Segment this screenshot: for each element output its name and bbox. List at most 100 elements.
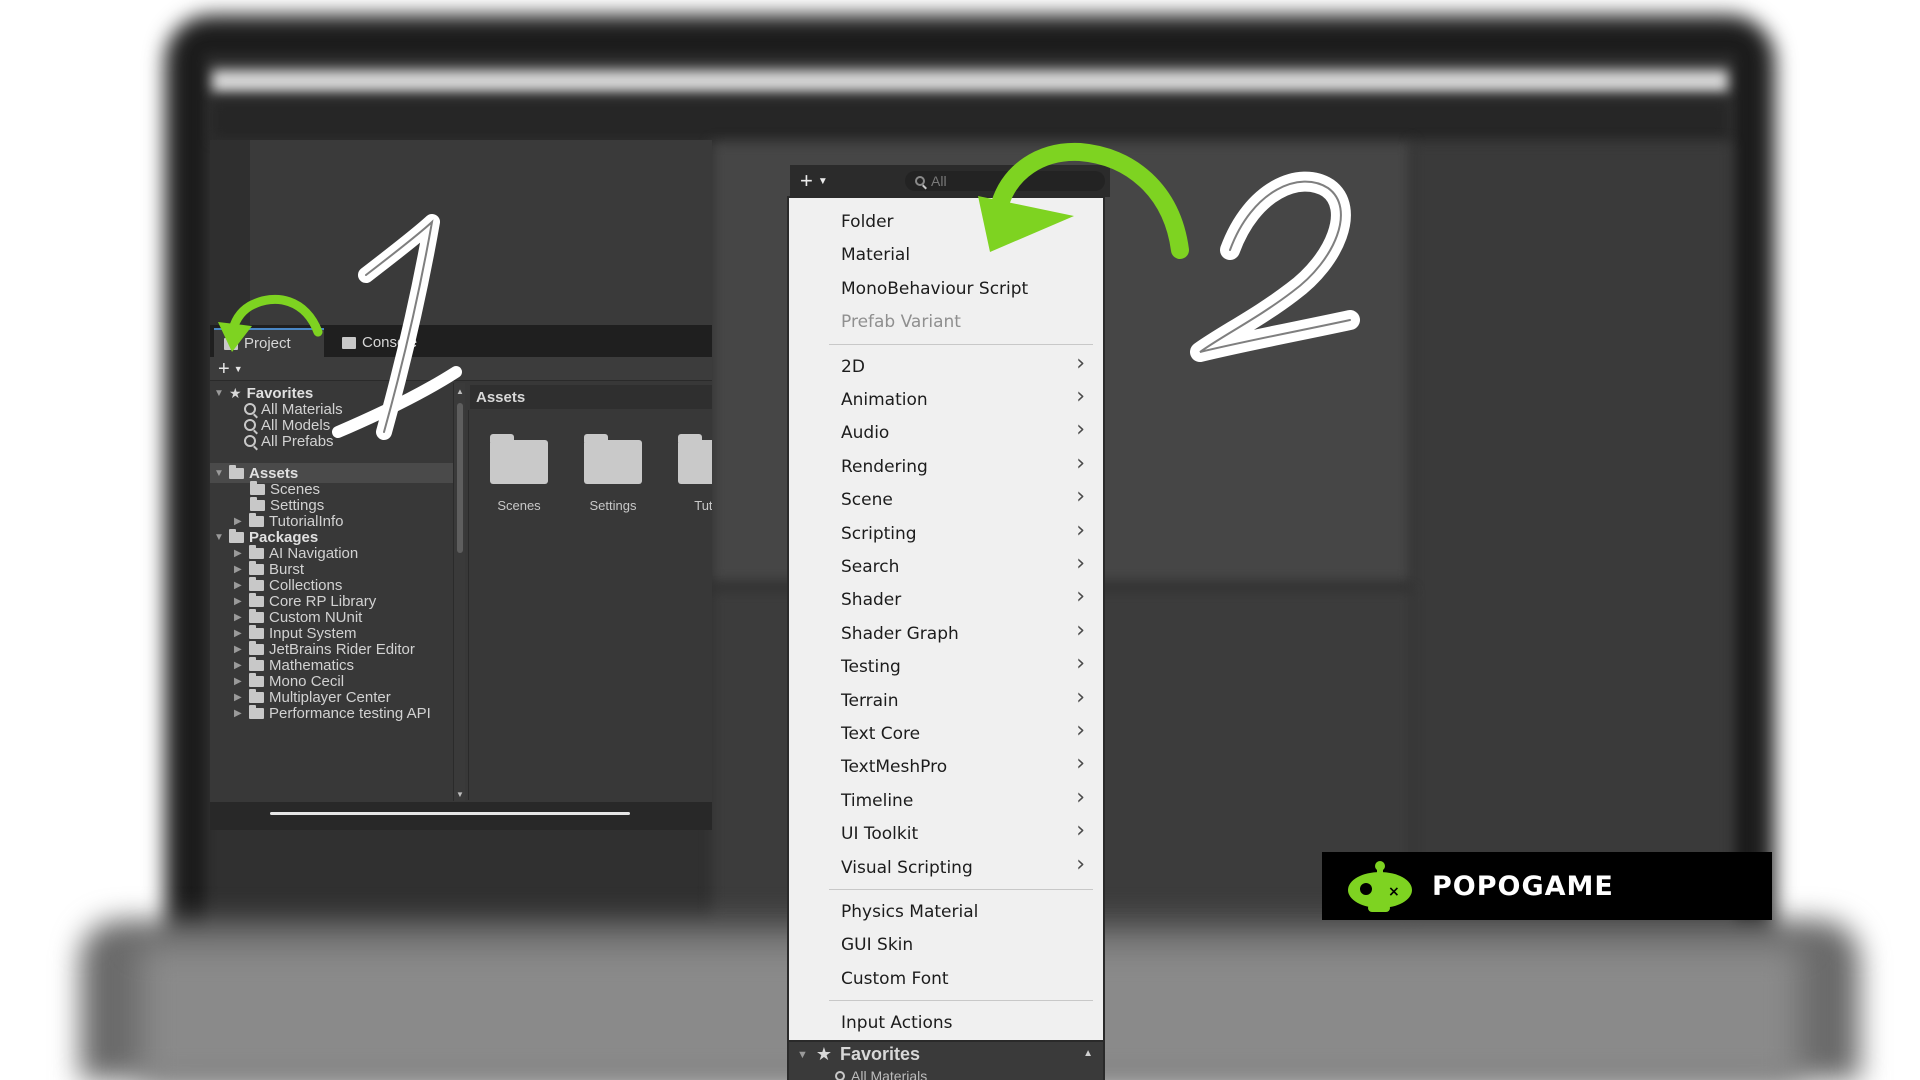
zoom-slider[interactable] [270,812,630,815]
scroll-thumb[interactable] [457,403,463,553]
assets-row[interactable]: ▼ Assets [210,463,453,483]
favorite-item[interactable]: All Materials [835,1068,927,1080]
folder-icon [250,496,265,511]
folder-icon [490,434,548,484]
create-button[interactable]: + ▼ [218,357,243,381]
star-icon: ★ [229,384,242,401]
menu-item[interactable]: Visual Scripting › [789,852,1103,884]
tab-project-label: Project [244,335,291,352]
scroll-up-icon[interactable]: ▲ [1083,1048,1093,1059]
create-context-menu: Folder Material MonoBehaviour Script Prefab… [787,196,1105,1042]
menu-item[interactable]: GUI Skin [789,929,1103,961]
favorite-label: All Materials [851,1068,928,1080]
chevron-right-icon: › [1076,551,1085,576]
menu-item[interactable]: 2D › [789,351,1103,383]
menu-item[interactable]: Search › [789,551,1103,583]
blurred-inspector [1412,142,1732,922]
folder-icon [249,640,264,655]
menu-item[interactable]: Scene › [789,484,1103,516]
plus-icon: + [800,168,813,193]
menu-item[interactable]: Text Core › [789,718,1103,750]
tab-console-label: Console [362,334,418,351]
search-input[interactable]: All [905,171,1105,191]
tab-console[interactable]: Console [332,328,462,357]
chevron-right-icon: › [1076,450,1085,476]
menu-item-label: Terrain [841,690,899,711]
menu-item[interactable]: Terrain › [789,685,1103,717]
package-item[interactable]: ▶ Performance testing API [234,703,431,723]
favorites-section-zoomed: ▼ ★ Favorites All Materials ▲ [787,1042,1105,1080]
search-icon [244,403,256,415]
scroll-down-icon[interactable]: ▼ [456,790,464,799]
menu-item-label: Scene [841,490,893,511]
chevron-right-icon: › [1076,350,1085,376]
menu-item[interactable]: Shader › [789,584,1103,616]
menu-item[interactable]: Timeline › [789,785,1103,817]
menu-item[interactable]: MonoBehaviour Script [789,273,1103,305]
assets-grid: Scenes Settings Tuto [468,410,712,800]
caret-down-icon: ▼ [233,364,243,374]
expand-arrow-icon: ▶ [234,707,242,719]
chevron-right-icon: › [1076,584,1085,610]
plus-icon: + [218,357,230,380]
scroll-up-icon[interactable]: ▲ [456,387,464,396]
popogame-mascot-icon: × [1348,861,1412,912]
blurred-toolbar [212,100,1728,140]
favorite-item[interactable]: All Prefabs [244,431,334,451]
package-label: Performance testing API [269,704,431,722]
menu-item[interactable]: Shader Graph › [789,618,1103,650]
favorites-row[interactable]: ▼ ★ Favorites [797,1044,920,1065]
folder-icon [249,544,264,559]
expand-arrow-icon: ▼ [214,467,224,479]
search-icon [835,1071,845,1080]
menu-item-label: Text Core [841,724,921,744]
expand-arrow-icon: ▼ [214,387,224,399]
menu-item[interactable]: Folder [789,206,1103,238]
asset-label: Settings [589,498,637,513]
menu-item-label: Timeline [841,790,914,811]
chevron-right-icon: › [1076,417,1085,443]
blurred-menubar [212,70,1728,92]
menu-item[interactable]: UI Toolkit › [789,818,1103,850]
chevron-right-icon: › [1076,718,1085,743]
create-button[interactable]: + ▼ [800,165,828,197]
folder-icon [249,704,264,719]
expand-arrow-icon: ▶ [234,595,242,607]
expand-arrow-icon: ▶ [234,659,242,671]
menu-item[interactable]: Input Actions [789,1007,1103,1039]
menu-item[interactable]: TextMeshPro › [789,751,1103,783]
scene-area [250,140,712,325]
menu-item[interactable]: Physics Material [789,896,1103,928]
asset-tile[interactable]: Settings [573,434,653,513]
asset-tile[interactable]: Tuto [667,434,712,513]
menu-item-label: 2D [841,356,865,377]
star-icon: ★ [815,1044,833,1064]
folder-icon [584,434,642,484]
menu-item[interactable]: Material [789,239,1103,271]
menu-item[interactable]: Animation › [789,384,1103,416]
chevron-right-icon: › [1076,818,1085,844]
menu-item-label: Visual Scripting [841,857,973,878]
expand-arrow-icon: ▶ [234,675,242,687]
asset-tile[interactable]: Scenes [479,434,559,513]
menu-item[interactable]: Scripting › [789,518,1103,550]
expand-arrow-icon: ▼ [797,1048,808,1061]
tab-project[interactable]: Project [214,328,324,357]
project-footer [210,802,712,830]
folder-icon [249,624,264,639]
expand-arrow-icon: ▶ [234,627,242,639]
menu-item[interactable]: Testing › [789,651,1103,683]
folder-icon [249,560,264,575]
tab-bar: Project Console [210,325,712,357]
menu-item[interactable]: Custom Font [789,963,1103,995]
menu-item[interactable]: Audio › [789,417,1103,449]
tree-scrollbar[interactable]: ▲ ▼ [453,383,465,801]
folder-icon [249,576,264,591]
menu-item[interactable]: Rendering › [789,451,1103,483]
search-placeholder: All [931,173,947,189]
caret-down-icon: ▼ [817,175,828,187]
menu-item: Prefab Variant [789,306,1103,338]
project-window: Project Console + ▼ ▼ ★ Favorites All Mater… [210,140,712,830]
menu-item-label: Animation [841,390,928,410]
menu-item-label: Testing [841,657,901,678]
